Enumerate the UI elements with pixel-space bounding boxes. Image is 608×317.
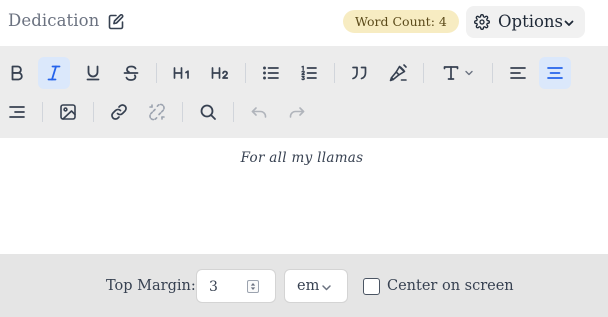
toolbar-divider bbox=[233, 102, 234, 122]
redo-icon bbox=[289, 107, 305, 118]
toolbar-divider bbox=[182, 102, 183, 122]
options-label: Options bbox=[498, 12, 564, 31]
margin-unit-select[interactable]: em bbox=[284, 269, 348, 303]
center-on-screen-checkbox[interactable] bbox=[363, 278, 380, 295]
italic-icon bbox=[47, 65, 61, 81]
search-button[interactable] bbox=[192, 96, 224, 128]
undo-button[interactable] bbox=[243, 96, 275, 128]
redo-button[interactable] bbox=[281, 96, 313, 128]
edit-icon bbox=[108, 14, 124, 30]
options-button[interactable]: Options bbox=[466, 6, 585, 38]
center-on-screen-label[interactable]: Center on screen bbox=[387, 278, 514, 294]
editor-header: Dedication Word Count: 4 Options bbox=[0, 0, 608, 46]
text-style-icon bbox=[443, 66, 459, 80]
toolbar-divider bbox=[334, 63, 335, 83]
heading-1-icon bbox=[173, 67, 189, 79]
ordered-list-icon bbox=[301, 65, 317, 81]
link-icon bbox=[111, 104, 127, 120]
underline-button[interactable] bbox=[77, 57, 109, 89]
heading-2-button[interactable] bbox=[204, 57, 236, 89]
insert-image-button[interactable] bbox=[52, 96, 84, 128]
unlink-icon bbox=[149, 103, 165, 121]
settings-footer: Top Margin: 3 em Center on screen bbox=[0, 254, 608, 317]
top-margin-value: 3 bbox=[209, 279, 218, 295]
underline-icon bbox=[86, 65, 100, 81]
remove-link-button[interactable] bbox=[141, 96, 173, 128]
bullet-list-icon bbox=[263, 66, 279, 80]
toolbar-divider bbox=[492, 63, 493, 83]
chevron-down-icon bbox=[322, 285, 331, 291]
align-center-button[interactable] bbox=[539, 57, 571, 89]
search-icon bbox=[200, 104, 216, 120]
fountain-pen-icon bbox=[389, 64, 407, 82]
align-left-button[interactable] bbox=[502, 57, 534, 89]
bold-button[interactable] bbox=[1, 57, 33, 89]
italic-button[interactable] bbox=[38, 57, 70, 89]
text-style-dropdown[interactable] bbox=[437, 57, 479, 89]
chevron-down-icon bbox=[465, 70, 473, 76]
strikethrough-button[interactable] bbox=[115, 57, 147, 89]
margin-unit-value: em bbox=[297, 278, 320, 294]
top-margin-input[interactable]: 3 bbox=[196, 269, 276, 303]
editor-area[interactable]: For all my llamas bbox=[0, 138, 608, 254]
toolbar-divider bbox=[93, 102, 94, 122]
quote-icon bbox=[352, 66, 367, 80]
edit-title-button[interactable] bbox=[107, 13, 125, 31]
chevron-down-icon bbox=[564, 20, 574, 26]
formatting-toolbar bbox=[0, 46, 608, 138]
toolbar-divider bbox=[156, 63, 157, 83]
heading-1-button[interactable] bbox=[166, 57, 198, 89]
toolbar-divider bbox=[245, 63, 246, 83]
align-right-button[interactable] bbox=[1, 96, 33, 128]
gear-icon bbox=[474, 14, 490, 30]
blockquote-button[interactable] bbox=[344, 57, 376, 89]
editor-content[interactable]: For all my llamas bbox=[0, 150, 604, 166]
ordered-list-button[interactable] bbox=[293, 57, 325, 89]
strikethrough-icon bbox=[123, 65, 139, 81]
bullet-list-button[interactable] bbox=[255, 57, 287, 89]
signature-button[interactable] bbox=[382, 57, 414, 89]
document-title: Dedication bbox=[8, 11, 100, 30]
bold-icon bbox=[11, 65, 23, 81]
number-stepper[interactable] bbox=[247, 280, 259, 293]
word-count-badge: Word Count: 4 bbox=[343, 10, 459, 33]
top-margin-label: Top Margin: bbox=[106, 278, 196, 294]
toolbar-divider bbox=[423, 63, 424, 83]
undo-icon bbox=[251, 107, 267, 118]
image-icon bbox=[60, 104, 76, 120]
toolbar-divider bbox=[42, 102, 43, 122]
align-right-icon bbox=[9, 106, 25, 118]
heading-2-icon bbox=[211, 67, 229, 79]
align-center-icon bbox=[547, 67, 563, 79]
stepper-arrows-icon bbox=[250, 283, 256, 290]
align-left-icon bbox=[510, 67, 526, 79]
insert-link-button[interactable] bbox=[103, 96, 135, 128]
